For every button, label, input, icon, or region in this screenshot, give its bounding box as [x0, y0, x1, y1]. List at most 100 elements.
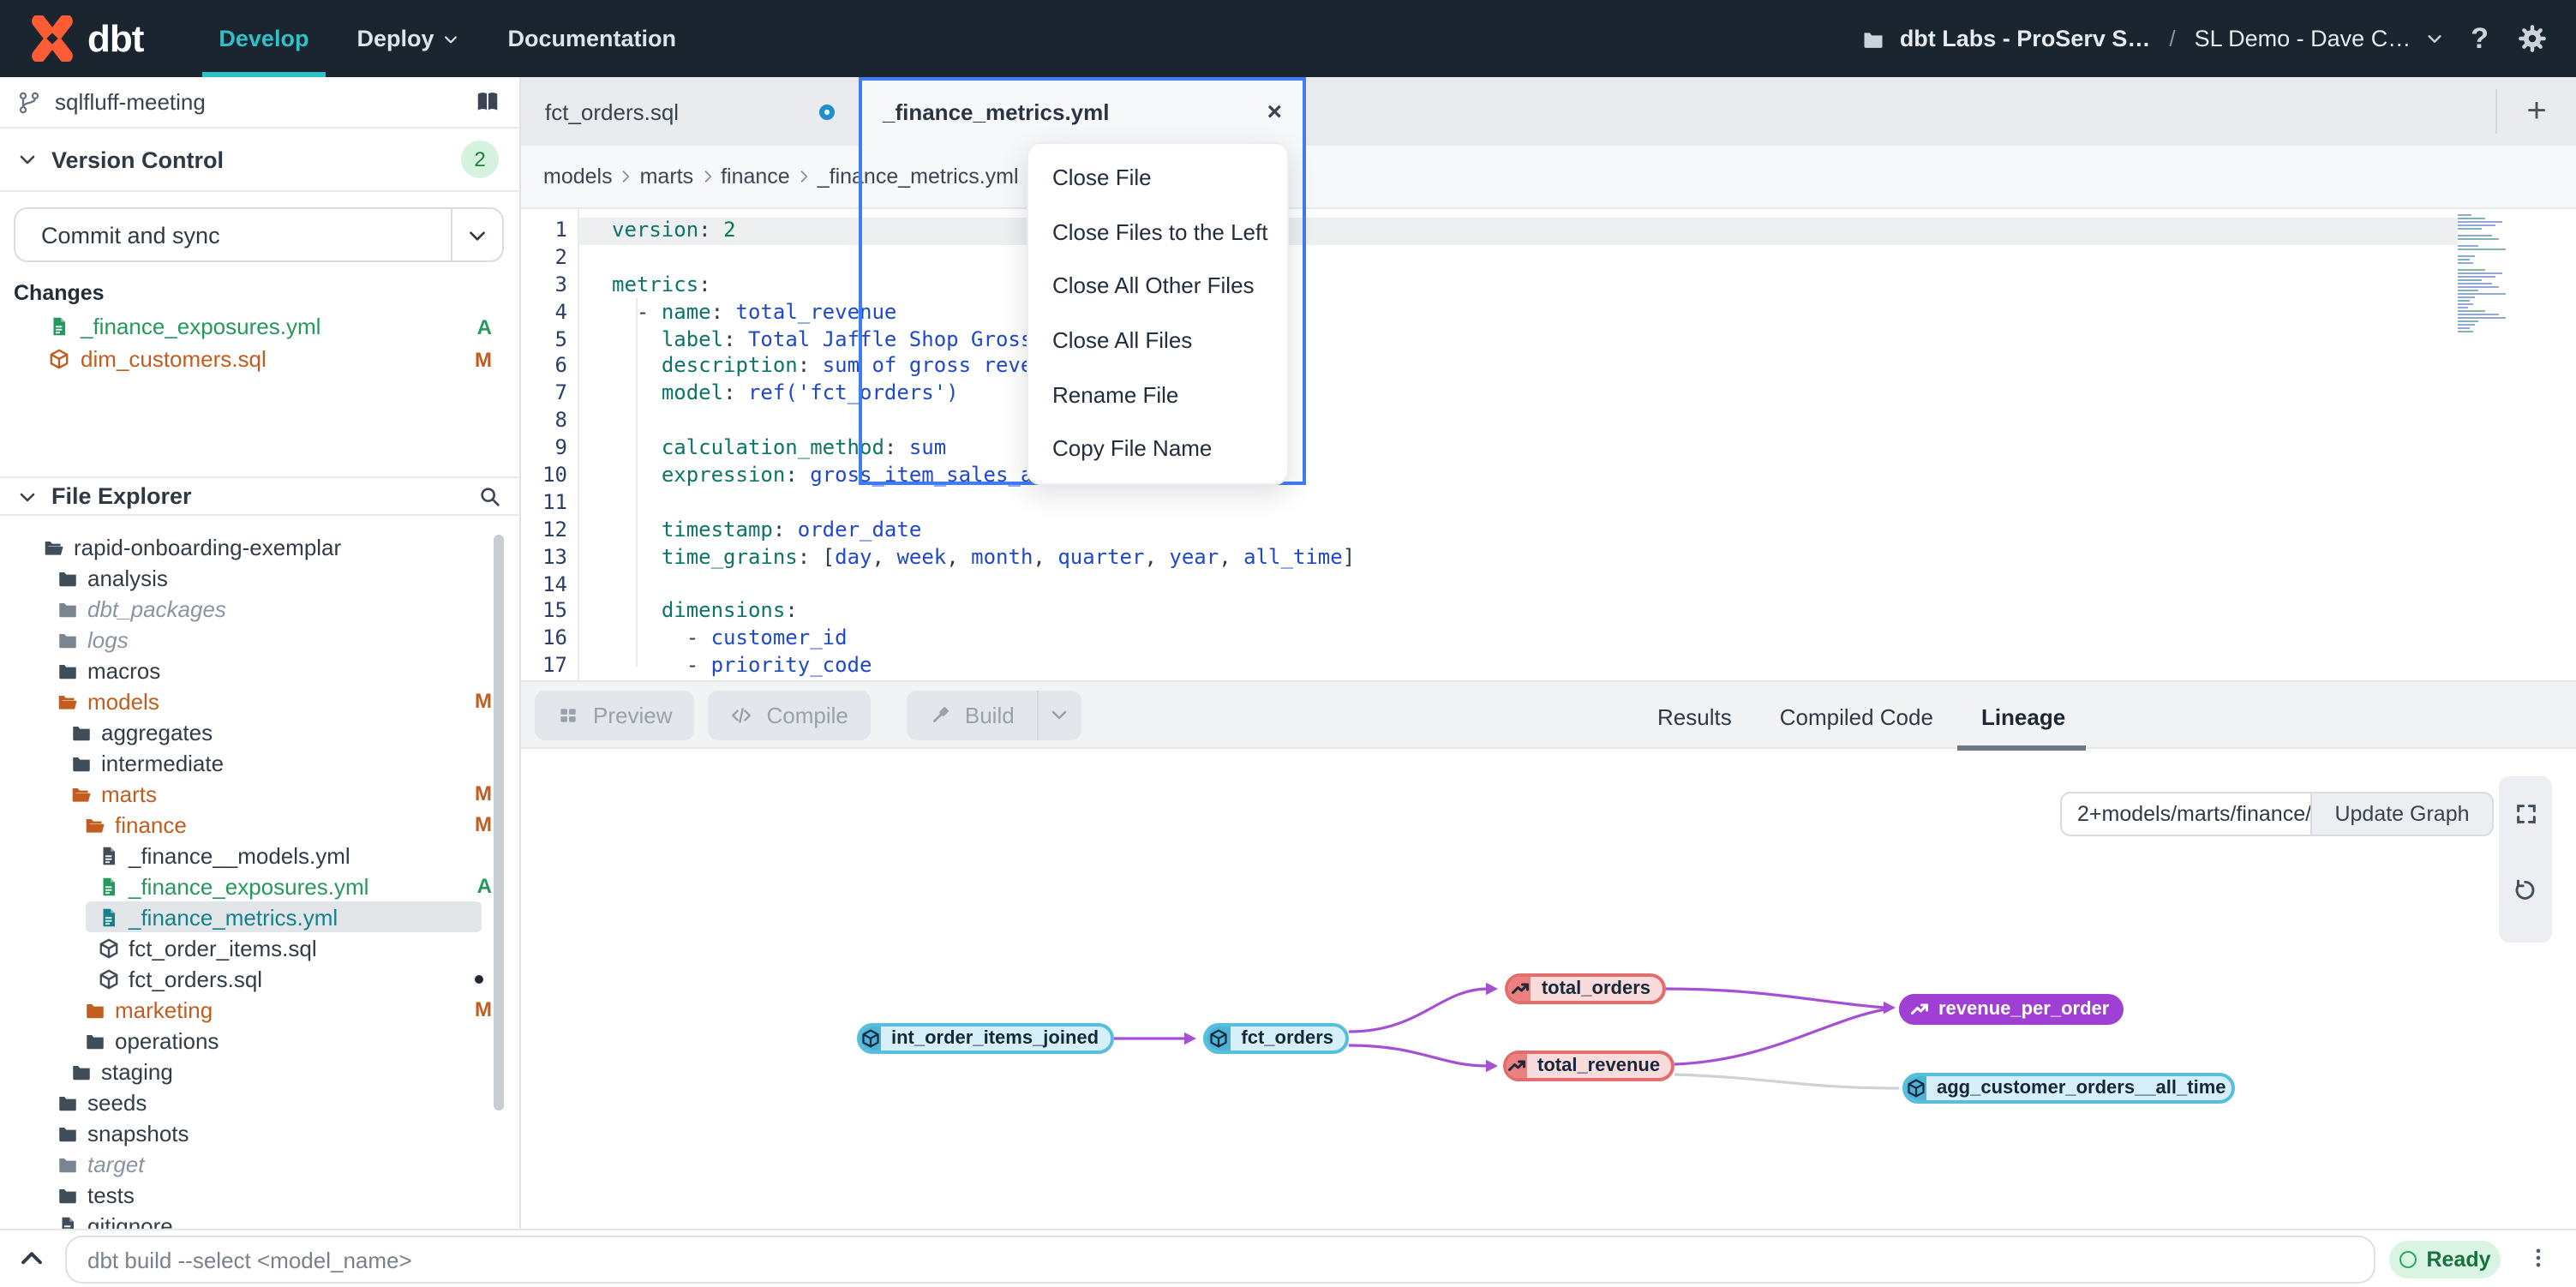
tree-item-_finance_exposures.yml[interactable]: _finance_exposures.ymlA [0, 871, 519, 902]
reset-view-button[interactable] [2499, 852, 2552, 927]
tree-item-intermediate[interactable]: intermediate [0, 747, 519, 778]
breadcrumb-item[interactable]: models [543, 165, 613, 189]
version-control-header[interactable]: Version Control 2 [0, 129, 519, 192]
new-tab-button[interactable]: + [2497, 92, 2576, 131]
help-icon[interactable]: ? [2471, 21, 2489, 56]
build-button[interactable]: Build [907, 690, 1037, 739]
project-name[interactable]: SL Demo - Dave C… [2195, 26, 2411, 51]
editor-tab-_finance_metrics.yml[interactable]: _finance_metrics.yml× [859, 77, 1306, 146]
tab-context-menu: Close FileClose Files to the LeftClose A… [1027, 142, 1289, 484]
breadcrumb-item[interactable]: marts [640, 165, 694, 189]
menu-item-close-all-other-files[interactable]: Close All Other Files [1028, 259, 1287, 313]
button-label: Compile [767, 702, 848, 727]
tree-item-aggregates[interactable]: aggregates [0, 716, 519, 747]
change-item[interactable]: dim_customers.sql M [0, 343, 519, 375]
compile-button[interactable]: Compile [709, 690, 871, 739]
close-tab-icon[interactable]: × [1267, 99, 1282, 124]
tree-item-operations[interactable]: operations [0, 1026, 519, 1057]
tab-compiled-code[interactable]: Compiled Code [1780, 682, 1933, 751]
tree-scrollbar[interactable] [494, 535, 504, 1110]
build-options-toggle[interactable] [1037, 690, 1081, 739]
search-icon[interactable] [478, 484, 502, 508]
results-toolbar: Preview Compile Build Results Compiled Code… [521, 680, 2576, 749]
branch-name[interactable]: sqlfluff-meeting [55, 89, 459, 115]
tree-item-seeds[interactable]: seeds [0, 1087, 519, 1118]
change-item[interactable]: _finance_exposures.ymlA [0, 310, 519, 343]
change-status-badge: M [475, 347, 492, 371]
lineage-node-int_order_items_joined[interactable]: int_order_items_joined [857, 1023, 1114, 1054]
tree-item-marts[interactable]: martsM [0, 779, 519, 810]
code-line-12: 12 timestamp: order_date [521, 516, 2576, 543]
tree-item-rapid-onboarding-exemplar[interactable]: rapid-onboarding-exemplar [0, 531, 519, 562]
lineage-node-fct_orders[interactable]: fct_orders [1203, 1023, 1349, 1054]
tab-results[interactable]: Results [1657, 682, 1732, 751]
tree-item-snapshots[interactable]: snapshots [0, 1118, 519, 1149]
tree-item-finance[interactable]: financeM [0, 810, 519, 841]
file-explorer-header[interactable]: File Explorer [0, 476, 519, 516]
tree-item-fct_orders.sql[interactable]: fct_orders.sql [0, 964, 519, 995]
hammer-icon [929, 703, 951, 726]
breadcrumb-separator-icon [698, 168, 716, 185]
code-editor[interactable]: 1version: 223metrics:4 - name: total_rev… [521, 209, 2576, 680]
line-number: 14 [521, 572, 567, 596]
breadcrumb-separator-icon [795, 168, 812, 185]
commit-and-sync-button[interactable]: Commit and sync [14, 207, 504, 262]
line-number: 9 [521, 435, 567, 459]
kebab-menu-icon[interactable] [2526, 1239, 2550, 1277]
nav-documentation[interactable]: Documentation [484, 0, 701, 77]
breadcrumb-item[interactable]: _finance_metrics.yml [818, 165, 1019, 189]
tree-item-logs[interactable]: logs [0, 624, 519, 655]
build-button-group: Build [907, 690, 1081, 739]
change-file-name: dim_customers.sql [81, 346, 464, 372]
tree-item-marketing[interactable]: marketingM [0, 995, 519, 1026]
navbar-right: dbt Labs - ProServ S… / SL Demo - Dave C… [1862, 21, 2549, 56]
menu-item-close-files-to-the-left[interactable]: Close Files to the Left [1028, 205, 1287, 259]
preview-button[interactable]: Preview [535, 690, 695, 739]
tree-item-macros[interactable]: macros [0, 655, 519, 685]
lineage-filter-input[interactable] [2060, 792, 2310, 836]
dbt-logo[interactable]: dbt [29, 15, 143, 62]
tree-item-target[interactable]: target [0, 1149, 519, 1180]
tree-item-dbt_packages[interactable]: dbt_packages [0, 593, 519, 624]
menu-item-close-all-files[interactable]: Close All Files [1028, 314, 1287, 368]
lineage-node-agg_customer_orders__all_time[interactable]: agg_customer_orders__all_time [1902, 1073, 2235, 1104]
tree-item-_finance_metrics.yml[interactable]: _finance_metrics.yml [0, 902, 519, 933]
breadcrumb-item[interactable]: finance [721, 165, 790, 189]
chevron-down-icon [443, 30, 460, 47]
git-status-badge: M [475, 813, 492, 837]
tree-item-fct_order_items.sql[interactable]: fct_order_items.sql [0, 933, 519, 964]
commit-options-toggle[interactable] [451, 209, 502, 260]
nav-develop[interactable]: Develop [195, 0, 332, 77]
dbt-logo-icon [29, 15, 75, 62]
tab-lineage[interactable]: Lineage [1981, 682, 2065, 751]
editor-tab-fct_orders.sql[interactable]: fct_orders.sql [521, 77, 859, 146]
tree-item-staging[interactable]: staging [0, 1057, 519, 1087]
menu-item-close-file[interactable]: Close File [1028, 151, 1287, 205]
tree-item-models[interactable]: modelsM [0, 685, 519, 716]
lineage-node-revenue_per_order[interactable]: revenue_per_order [1899, 994, 2124, 1025]
results-tabs: Results Compiled Code Lineage [1657, 682, 2065, 751]
command-bar: Ready [0, 1229, 2576, 1287]
menu-item-copy-file-name[interactable]: Copy File Name [1028, 422, 1287, 476]
tree-item-analysis[interactable]: analysis [0, 562, 519, 593]
fullscreen-button[interactable] [2499, 776, 2552, 852]
editor-tabstrip: fct_orders.sql_finance_metrics.yml× + [521, 77, 2576, 146]
minimap[interactable] [2458, 209, 2514, 296]
chevron-down-icon[interactable] [2424, 29, 2443, 48]
docs-book-icon[interactable] [473, 89, 502, 115]
tree-item-tests[interactable]: tests [0, 1180, 519, 1211]
code-line-10: 10 expression: gross_item_sales_amount [521, 461, 2576, 488]
tree-item-_finance__models.yml[interactable]: _finance__models.yml [0, 841, 519, 871]
menu-item-rename-file[interactable]: Rename File [1028, 368, 1287, 422]
account-name[interactable]: dbt Labs - ProServ S… [1900, 26, 2151, 51]
code-icon [731, 703, 753, 726]
nav-deploy[interactable]: Deploy [332, 0, 483, 77]
lineage-node-total_orders[interactable]: total_orders [1505, 973, 1666, 1004]
lineage-node-total_revenue[interactable]: total_revenue [1503, 1051, 1674, 1081]
gear-icon[interactable] [2516, 22, 2549, 55]
command-input[interactable] [65, 1236, 2375, 1284]
folder-icon [1862, 27, 1886, 51]
tree-item-label: fct_order_items.sql [129, 936, 317, 961]
chevron-up-icon[interactable] [17, 1244, 46, 1273]
update-graph-button[interactable]: Update Graph [2310, 792, 2494, 836]
